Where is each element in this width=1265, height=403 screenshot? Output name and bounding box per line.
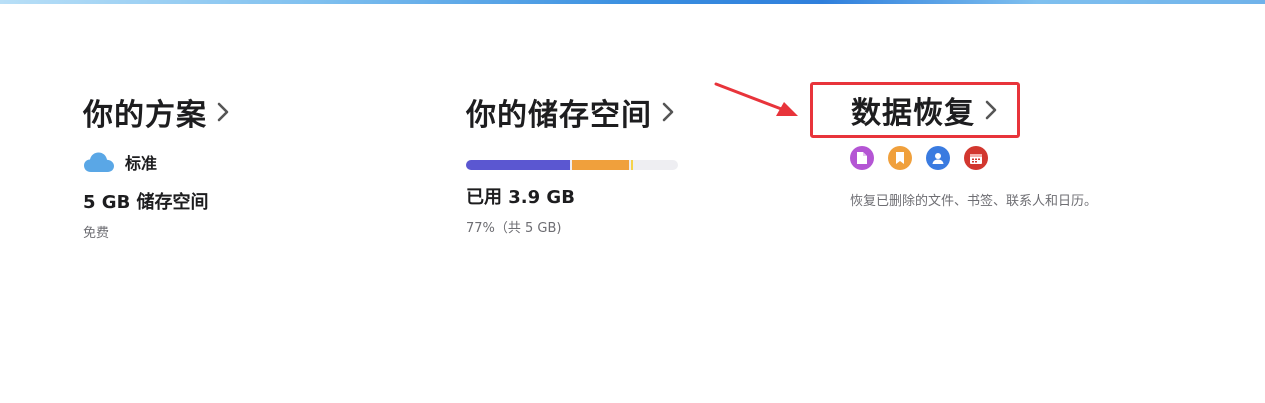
storage-used-label: 已用 3.9 GB (466, 187, 575, 208)
plan-tier: 标准 (83, 150, 383, 174)
data-recovery-title: 数据恢复 (851, 96, 975, 131)
chevron-right-icon (983, 98, 999, 122)
file-icon (850, 146, 874, 170)
plan-price: 免费 (83, 226, 110, 241)
plan-tier-label: 标准 (125, 154, 158, 173)
plan-panel: 你的方案 标准 5 GB 储存空间 免费 (83, 92, 383, 241)
top-progress-bar (0, 0, 1265, 4)
storage-bar-segment-b (571, 160, 630, 170)
contact-icon (926, 146, 950, 170)
chevron-right-icon (215, 100, 231, 124)
cloud-icon (83, 151, 115, 173)
storage-bar-segment-c (631, 160, 634, 170)
plan-title: 你的方案 (83, 98, 207, 133)
calendar-icon (964, 146, 988, 170)
annotation-arrow (712, 80, 812, 134)
plan-capacity: 5 GB 储存空间 (83, 192, 209, 213)
chevron-right-icon (660, 100, 676, 124)
data-recovery-description: 恢复已删除的文件、书签、联系人和日历。 (850, 194, 1098, 209)
storage-detail: 77%（共 5 GB) (466, 221, 562, 236)
data-recovery-header[interactable]: 数据恢复 (810, 82, 1020, 138)
plan-header[interactable]: 你的方案 (83, 92, 383, 133)
recovery-icons (850, 146, 1172, 170)
storage-usage-bar (466, 160, 678, 170)
storage-title: 你的储存空间 (466, 98, 652, 133)
bookmark-icon (888, 146, 912, 170)
data-recovery-panel: 数据恢复 恢复已删除的文件、书签、联系人和日历。 (810, 82, 1172, 209)
storage-bar-segment-a (466, 160, 570, 170)
